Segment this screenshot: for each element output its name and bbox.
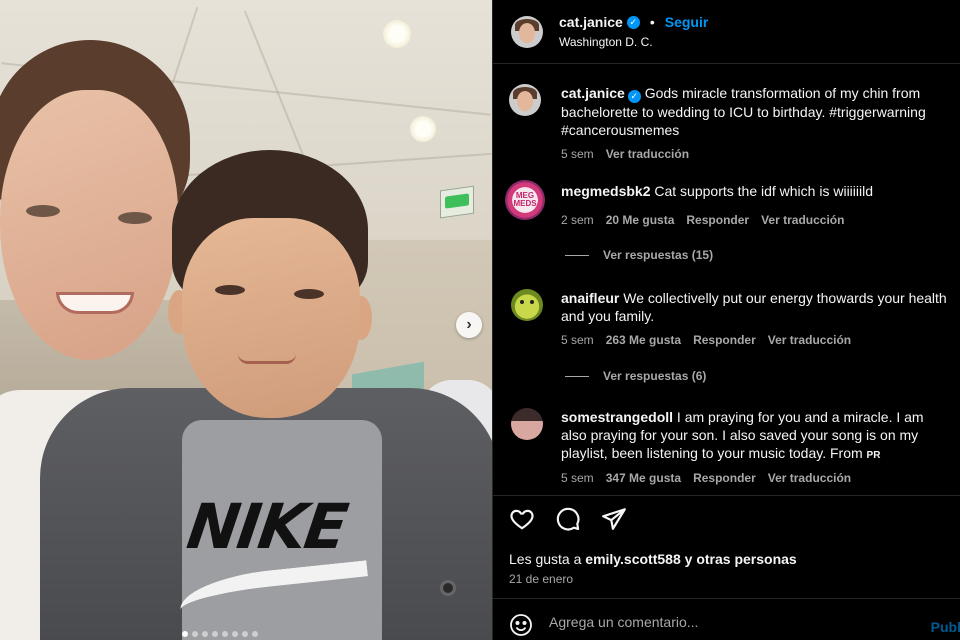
comment-item: anaifleur We collectivelly put our energ… — [509, 289, 949, 389]
post-panel: cat.janice ✓ • Seguir Washington D. C. c… — [492, 0, 960, 640]
comment-body: somestrangedoll I am praying for you and… — [561, 408, 949, 465]
boy-eye — [215, 285, 245, 295]
caption-author-avatar[interactable] — [509, 84, 541, 116]
comment-item: somestrangedoll I am praying for you and… — [509, 408, 949, 495]
author-avatar[interactable] — [511, 16, 543, 48]
view-replies-label: Ver respuestas (6) — [603, 369, 707, 383]
ceiling-light — [410, 116, 436, 142]
comment-input[interactable] — [549, 611, 909, 633]
publish-button[interactable]: Publ — [931, 619, 960, 635]
carousel-next-button[interactable]: › — [456, 312, 482, 338]
emoji-button[interactable] — [509, 613, 533, 640]
carousel-dot — [212, 631, 218, 637]
verified-badge-icon: ✓ — [627, 90, 641, 103]
post-caption: cat.janice ✓ Gods miracle transformation … — [509, 84, 949, 164]
comment-time[interactable]: 5 sem — [561, 333, 594, 347]
comment-username[interactable]: megmedsbk2 — [561, 183, 650, 199]
translate-link[interactable]: Ver traducción — [768, 471, 851, 485]
heart-icon — [510, 509, 534, 530]
reply-button[interactable]: Responder — [693, 333, 756, 347]
comment-text: Cat supports the idf which is wiiiiiild — [654, 183, 874, 199]
ceiling-light — [383, 20, 411, 48]
boy-smile — [238, 354, 296, 364]
jacket-button — [440, 580, 456, 596]
reply-button[interactable]: Responder — [686, 213, 749, 227]
like-button[interactable] — [509, 506, 535, 537]
comment-likes[interactable]: 347 Me gusta — [606, 471, 681, 485]
woman-face — [0, 90, 178, 360]
exit-sign — [440, 185, 474, 219]
comment-suffix: PR — [866, 450, 881, 461]
likes-user[interactable]: emily.scott588 — [585, 551, 680, 567]
reply-button[interactable]: Responder — [693, 471, 756, 485]
verified-badge-icon: ✓ — [626, 15, 640, 29]
post-date[interactable]: 21 de enero — [509, 572, 573, 586]
comment-username[interactable]: somestrangedoll — [561, 409, 673, 425]
woman-eye — [118, 212, 152, 224]
post-header: cat.janice ✓ • Seguir Washington D. C. — [493, 0, 960, 64]
comment-composer: Publ — [493, 598, 960, 640]
replies-line — [565, 375, 589, 377]
comment-likes[interactable]: 20 Me gusta — [606, 213, 675, 227]
carousel-dot — [222, 631, 228, 637]
comment-button[interactable] — [555, 506, 581, 537]
carousel-dot — [232, 631, 238, 637]
post-photo[interactable]: NIKE › — [0, 0, 492, 640]
carousel-dot — [182, 631, 188, 637]
author-username[interactable]: cat.janice — [559, 14, 623, 30]
comment-likes[interactable]: 263 Me gusta — [606, 333, 681, 347]
woman-eye — [26, 205, 60, 217]
likes-prefix: Les gusta a — [509, 551, 582, 567]
translate-link[interactable]: Ver traducción — [768, 333, 851, 347]
follow-button[interactable]: Seguir — [665, 14, 709, 30]
view-replies-label: Ver respuestas (15) — [603, 248, 714, 262]
carousel-dot — [242, 631, 248, 637]
chevron-right-icon: › — [466, 316, 472, 333]
comment-body: anaifleur We collectivelly put our energ… — [561, 289, 949, 325]
caption-username[interactable]: cat.janice — [561, 85, 625, 101]
caption-body: cat.janice ✓ Gods miracle transformation … — [561, 84, 949, 139]
separator-dot: • — [649, 14, 655, 30]
view-replies-button[interactable]: Ver respuestas (6) — [565, 369, 706, 383]
commenter-avatar[interactable]: MEG MEDS — [505, 180, 545, 220]
boy-eye — [294, 289, 324, 299]
post-location[interactable]: Washington D. C. — [559, 35, 653, 49]
view-replies-button[interactable]: Ver respuestas (15) — [565, 248, 713, 262]
commenter-avatar[interactable] — [511, 408, 543, 440]
comment-meta: 2 sem 20 Me gusta Responder Ver traducci… — [561, 213, 844, 227]
carousel-dots — [182, 631, 258, 637]
caption-translate-link[interactable]: Ver traducción — [606, 147, 689, 161]
comment-icon — [556, 507, 580, 531]
caption-time[interactable]: 5 sem — [561, 147, 594, 161]
share-icon — [602, 508, 626, 530]
replies-line — [565, 254, 589, 256]
share-button[interactable] — [601, 506, 627, 537]
commenter-avatar[interactable] — [511, 289, 543, 321]
woman-smile — [56, 292, 134, 314]
comment-time[interactable]: 2 sem — [561, 213, 594, 227]
carousel-dot — [202, 631, 208, 637]
comment-time[interactable]: 5 sem — [561, 471, 594, 485]
comments-list[interactable]: cat.janice ✓ Gods miracle transformation … — [493, 64, 960, 496]
comment-meta: 5 sem 347 Me gusta Responder Ver traducc… — [561, 471, 851, 485]
emoji-icon — [510, 614, 532, 636]
likes-suffix[interactable]: y otras personas — [685, 551, 797, 567]
comment-item: MEG MEDS megmedsbk2 Cat supports the idf… — [505, 180, 949, 272]
comment-text: We collectivelly put our energy thowards… — [561, 290, 947, 324]
carousel-dot — [252, 631, 258, 637]
likes-summary[interactable]: Les gusta a emily.scott588 y otras perso… — [509, 551, 797, 567]
translate-link[interactable]: Ver traducción — [761, 213, 844, 227]
tshirt-logo-text: NIKE — [182, 490, 351, 563]
comment-username[interactable]: anaifleur — [561, 290, 619, 306]
comment-meta: 5 sem 263 Me gusta Responder Ver traducc… — [561, 333, 851, 347]
caption-meta: 5 sem Ver traducción — [561, 147, 689, 161]
boy-face — [182, 218, 360, 418]
comment-body: megmedsbk2 Cat supports the idf which is… — [561, 182, 949, 200]
carousel-dot — [192, 631, 198, 637]
avatar-logo-text: MEG MEDS — [513, 191, 537, 208]
post-actions — [509, 506, 627, 537]
